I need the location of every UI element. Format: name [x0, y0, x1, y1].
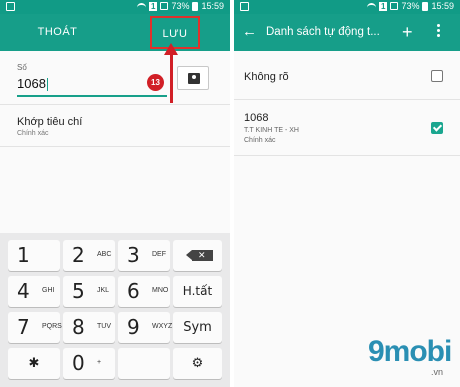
divider [234, 155, 460, 156]
sim-icon: 1 [149, 1, 158, 11]
annotation-arrow [170, 53, 173, 103]
add-icon[interactable]: + [402, 22, 413, 42]
left-phone-screen: 1 73% 15:59 THOÁT LƯU Số 1068 13 Khớp ti… [0, 0, 230, 387]
list-item-checkbox-checked[interactable] [431, 122, 443, 134]
status-time: 15:59 [201, 1, 224, 11]
contact-card-icon [188, 73, 200, 84]
battery-icon [192, 1, 199, 11]
key-4[interactable]: 4 GHI [8, 276, 60, 307]
key-5[interactable]: 5 JKL [63, 276, 115, 307]
status-time: 15:59 [431, 1, 454, 11]
status-icons: 1 73% 15:59 [137, 1, 224, 11]
signal-icon [390, 2, 399, 10]
status-bar: 1 73% 15:59 [0, 0, 230, 14]
battery-icon [422, 1, 429, 11]
status-icons: 1 73% 15:59 [367, 1, 454, 11]
divider [0, 146, 230, 147]
key-7[interactable]: 7 PQRS [8, 312, 62, 343]
battery-percent: 73% [401, 1, 420, 11]
right-phone-screen: 1 73% 15:59 ← Danh sách tự động t... + K… [234, 0, 460, 387]
list-item-match-type: Chính xác [244, 137, 276, 144]
app-bar: THOÁT LƯU [0, 14, 230, 51]
divider [234, 99, 460, 100]
page-title: Danh sách tự động t... [266, 26, 380, 38]
brand-watermark: 9mobi .vn [368, 335, 452, 378]
gallery-notification-icon [240, 2, 249, 11]
key-9[interactable]: 9 WXYZ [118, 312, 172, 343]
backspace-icon [186, 249, 213, 261]
key-8[interactable]: 8 TUV [63, 312, 115, 343]
step-badge: 13 [147, 74, 164, 91]
app-bar: ← Danh sách tự động t... + [234, 14, 460, 51]
key-0[interactable]: 0 + [63, 348, 115, 379]
more-options-icon[interactable] [435, 24, 441, 42]
settings-key[interactable]: ⚙ [173, 348, 222, 379]
watermark-domain: .vn [431, 367, 444, 377]
match-criteria-value: Chính xác [17, 130, 49, 137]
key-1[interactable]: 1 [8, 240, 60, 271]
symbols-key[interactable]: Sym [173, 312, 222, 343]
contact-picker-button[interactable] [177, 66, 209, 90]
match-criteria-title: Khớp tiêu chí [17, 116, 83, 128]
text-cursor [46, 78, 48, 92]
key-star[interactable]: ✱ [8, 348, 60, 379]
asterisk-icon: ✱ [28, 356, 40, 371]
number-field-label: Số [17, 63, 27, 72]
status-bar: 1 73% 15:59 [234, 0, 460, 14]
list-item-title: 1068 [244, 112, 269, 124]
key-6[interactable]: 6 MNO [118, 276, 170, 307]
gallery-notification-icon [6, 2, 15, 11]
back-arrow-icon[interactable]: ← [242, 24, 257, 40]
wifi-icon [137, 3, 146, 9]
numeric-keypad: 1 2ABC 3DEF 4GHI 5JKL 6MNO H.tất 7PQRS 8… [0, 233, 230, 387]
wifi-icon [367, 3, 376, 9]
divider [0, 104, 230, 105]
gear-icon: ⚙ [191, 356, 204, 371]
key-2[interactable]: 2 ABC [63, 240, 115, 271]
signal-icon [160, 2, 169, 10]
sim-icon: 1 [379, 1, 388, 11]
battery-percent: 73% [171, 1, 190, 11]
exit-button[interactable]: THOÁT [0, 14, 115, 51]
list-item-checkbox[interactable] [431, 70, 443, 82]
key-3[interactable]: 3 DEF [118, 240, 170, 271]
number-input[interactable]: 1068 [17, 76, 167, 97]
space-key[interactable] [118, 348, 170, 379]
number-input-value: 1068 [17, 76, 46, 91]
done-key[interactable]: H.tất [173, 276, 222, 307]
list-item-subtitle: T.T KINH TE - XH [244, 127, 299, 134]
watermark-logo: 9mobi [368, 335, 452, 368]
backspace-key[interactable] [173, 240, 222, 271]
list-item-title: Không rõ [244, 71, 289, 83]
